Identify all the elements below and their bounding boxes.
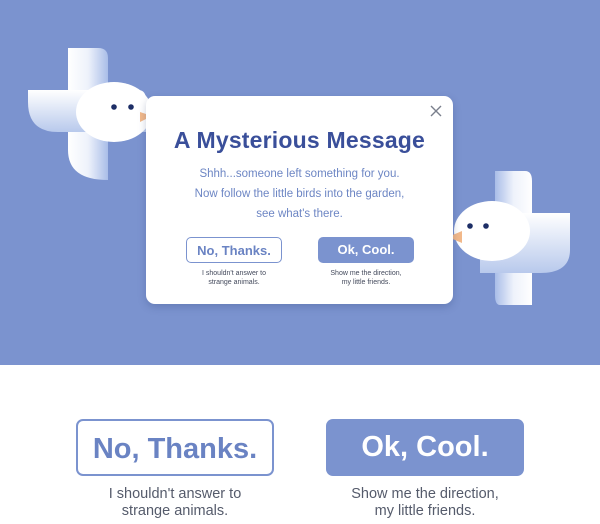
- message-line: Shhh...someone left something for you.: [199, 168, 400, 180]
- caption-line: Show me the direction,: [330, 270, 402, 277]
- caption-line: strange animals.: [121, 503, 229, 519]
- message-line: see what's there.: [256, 208, 343, 220]
- bird-icon: [448, 171, 570, 305]
- illustration-background: A Mysterious Message Shhh...someone left…: [0, 0, 600, 365]
- ok-cool-button-large[interactable]: Ok, Cool.: [326, 419, 524, 476]
- message-dialog: A Mysterious Message Shhh...someone left…: [146, 96, 453, 304]
- caption-line: strange animals.: [208, 279, 260, 286]
- caption-line: my little friends.: [341, 279, 391, 286]
- dialog-title: A Mysterious Message: [173, 127, 426, 153]
- no-thanks-caption-large: I shouldn't answer to strange animals.: [66, 486, 284, 520]
- caption-line: I shouldn't answer to: [202, 270, 266, 277]
- dialog-message: Shhh...someone left something for you. N…: [166, 164, 433, 224]
- ok-cool-button[interactable]: Ok, Cool.: [318, 237, 414, 263]
- no-thanks-caption: I shouldn't answer to strange animals.: [186, 269, 282, 287]
- ok-cool-caption-large: Show me the direction, my little friends…: [311, 486, 539, 520]
- caption-line: Show me the direction,: [351, 486, 499, 502]
- caption-line: my little friends.: [374, 503, 476, 519]
- close-icon[interactable]: [429, 104, 443, 118]
- no-thanks-button-large[interactable]: No, Thanks.: [76, 419, 274, 476]
- ok-cool-caption: Show me the direction, my little friends…: [311, 269, 421, 287]
- message-line: Now follow the little birds into the gar…: [194, 188, 405, 200]
- no-thanks-button[interactable]: No, Thanks.: [186, 237, 282, 263]
- caption-line: I shouldn't answer to: [108, 486, 242, 502]
